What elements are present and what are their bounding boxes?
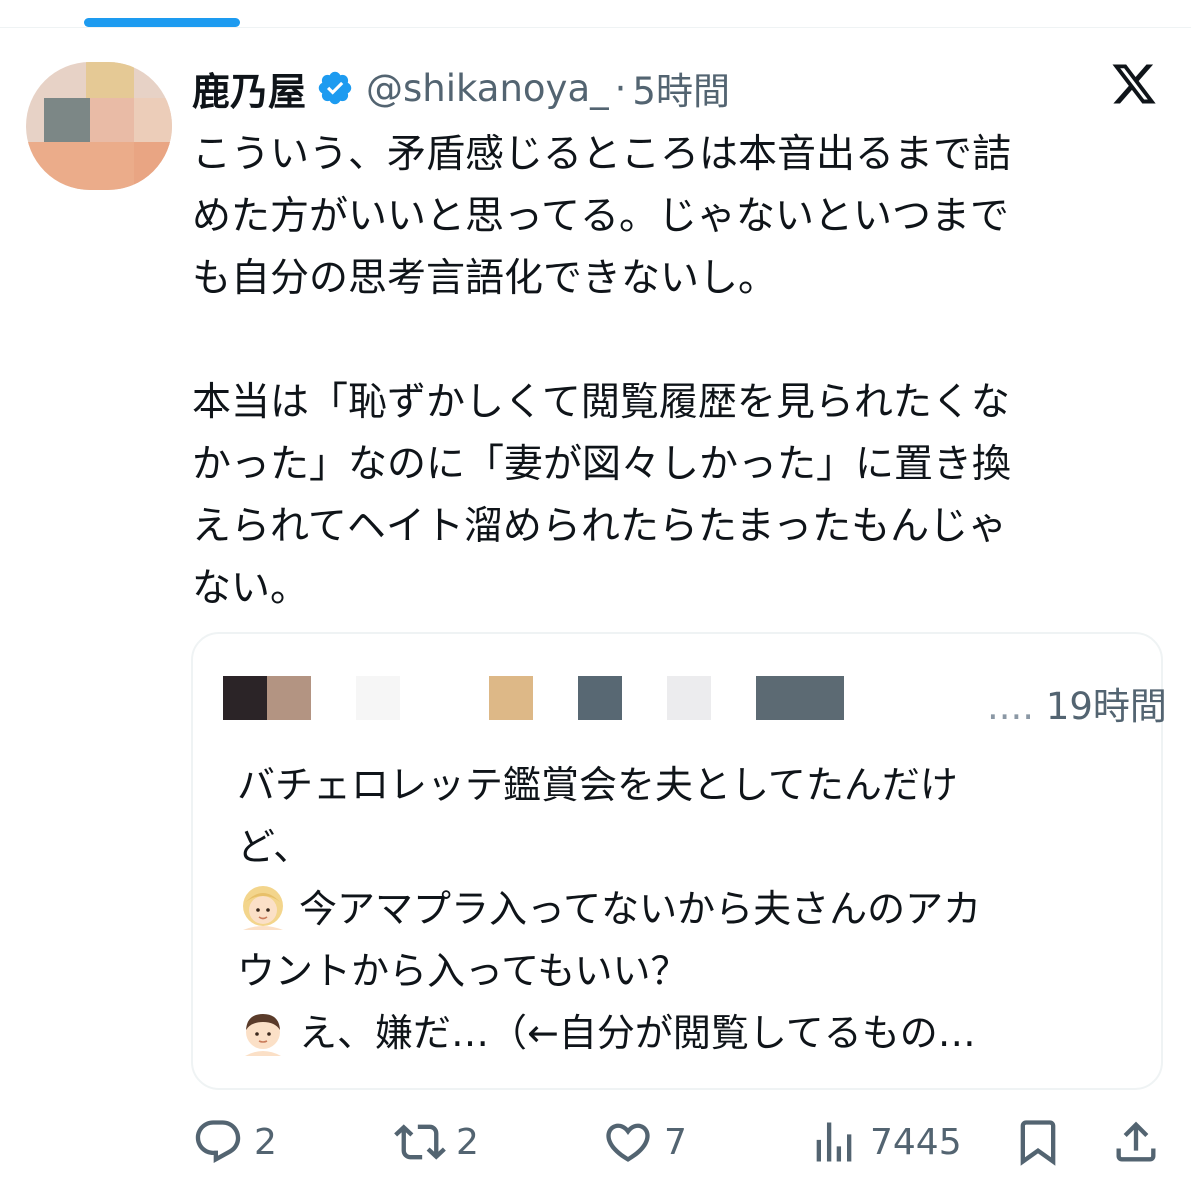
retweet-count: 2 bbox=[456, 1121, 479, 1163]
pixelated-author-name bbox=[578, 676, 622, 720]
quoted-time-value: 19時間 bbox=[1045, 685, 1167, 728]
tweet-line: も自分の思考言語化できないし。 bbox=[192, 256, 778, 301]
tweet-line: ない。 bbox=[192, 566, 310, 611]
like-count: 7 bbox=[664, 1121, 687, 1163]
pixelated-author-name bbox=[356, 676, 400, 720]
retweet-button[interactable]: 2 bbox=[394, 1116, 479, 1168]
reply-icon bbox=[195, 1120, 241, 1164]
tweet-line: こういう、矛盾感じるところは本音出るまで詰 bbox=[192, 132, 1012, 177]
tweet-line: かった」なのに「妻が図々しかった」に置き換 bbox=[192, 442, 1012, 487]
quote-line-text: え、嫌だ…（←自分が閲覧してるもの… bbox=[299, 1011, 976, 1055]
like-button[interactable]: 7 bbox=[602, 1116, 687, 1168]
tweet-header: 鹿乃屋 @shikanoya_ · 5時間 bbox=[192, 60, 730, 116]
share-icon bbox=[1116, 1121, 1156, 1162]
pixelated-author-name bbox=[223, 676, 267, 720]
separator-dot: · bbox=[614, 66, 627, 110]
views-count: 7445 bbox=[870, 1121, 962, 1163]
woman-blonde-emoji bbox=[243, 886, 283, 930]
quote-line: 今アマプラ入ってないから夫さんのアカ bbox=[237, 878, 1137, 940]
display-name[interactable]: 鹿乃屋 bbox=[192, 61, 306, 116]
verified-badge-icon bbox=[318, 71, 352, 105]
divider bbox=[0, 27, 1191, 28]
tweet-line: えられてヘイト溜められたらたまったもんじゃ bbox=[192, 504, 1008, 549]
x-logo-icon[interactable] bbox=[1108, 60, 1160, 108]
reply-button[interactable]: 2 bbox=[192, 1116, 277, 1168]
tweet-line: めた方がいいと思ってる。じゃないといつまで bbox=[192, 194, 1010, 239]
avatar[interactable] bbox=[26, 62, 172, 190]
bookmark-button[interactable] bbox=[1012, 1116, 1064, 1168]
quoted-tweet-header: .... 19時間 bbox=[223, 676, 1167, 728]
bookmark-icon bbox=[1020, 1120, 1056, 1166]
reply-count: 2 bbox=[254, 1121, 277, 1163]
quoted-tweet-time[interactable]: .... 19時間 bbox=[987, 676, 1167, 730]
action-bar: 2 2 7 7445 bbox=[0, 1116, 1191, 1176]
tab-indicator bbox=[84, 18, 240, 27]
pixelated-author-name bbox=[756, 676, 844, 720]
retweet-icon bbox=[394, 1124, 446, 1160]
pixelated-author-name bbox=[267, 676, 311, 720]
share-button[interactable] bbox=[1110, 1116, 1162, 1168]
tweet-text: こういう、矛盾感じるところは本音出るまで詰 めた方がいいと思ってる。じゃないとい… bbox=[192, 124, 1152, 620]
quoted-tweet-text: バチェロレッテ鑑賞会を夫としてたんだけ ど、 今アマプラ入ってないから夫さんのア… bbox=[237, 754, 1137, 1064]
views-icon bbox=[816, 1122, 852, 1162]
tweet-time[interactable]: 5時間 bbox=[632, 61, 730, 115]
quote-line-text: 今アマプラ入ってないから夫さんのアカ bbox=[299, 887, 982, 931]
pixelated-author-name bbox=[667, 676, 711, 720]
quote-line: え、嫌だ…（←自分が閲覧してるもの… bbox=[237, 1002, 1137, 1064]
ellipsis: .... bbox=[987, 685, 1035, 728]
tweet-line: 本当は「恥ずかしくて閲覧履歴を見られたくな bbox=[192, 380, 1010, 425]
views-button[interactable]: 7445 bbox=[808, 1116, 962, 1168]
quoted-tweet[interactable]: .... 19時間 バチェロレッテ鑑賞会を夫としてたんだけ ど、 今アマプラ入っ… bbox=[191, 632, 1167, 1090]
quote-line: バチェロレッテ鑑賞会を夫としてたんだけ bbox=[237, 763, 958, 807]
quote-line: ウントから入ってもいい？ bbox=[237, 949, 689, 993]
man-emoji bbox=[245, 1014, 281, 1056]
pixelated-author-name bbox=[489, 676, 533, 720]
tweet-line-blank bbox=[192, 310, 1152, 372]
heart-icon bbox=[606, 1123, 650, 1162]
quote-line: ど、 bbox=[237, 825, 312, 869]
handle[interactable]: @shikanoya_ bbox=[366, 67, 609, 110]
